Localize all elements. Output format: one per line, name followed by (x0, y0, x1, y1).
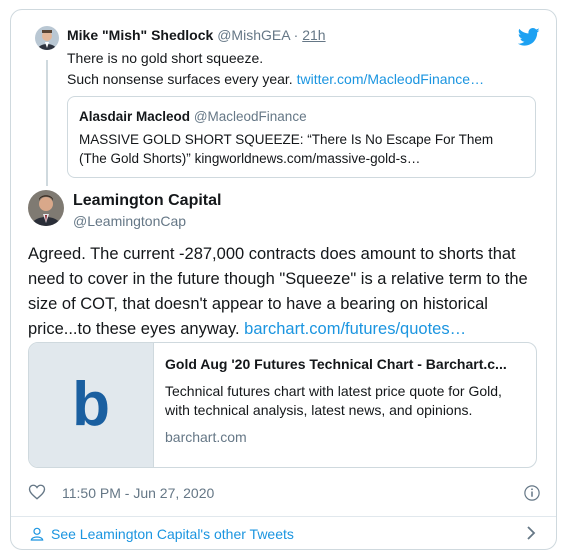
quoted-author-name[interactable]: Alasdair Macleod (79, 109, 190, 124)
see-other-tweets-label: See Leamington Capital's other Tweets (51, 526, 294, 542)
person-icon (29, 526, 45, 542)
barchart-logo-letter: b (72, 375, 110, 435)
main-tweet-link[interactable]: barchart.com/futures/quotes… (244, 320, 466, 338)
reply-text-line2: Such nonsense surfaces every year. twitt… (67, 69, 484, 90)
see-other-tweets-link[interactable]: See Leamington Capital's other Tweets (29, 522, 538, 546)
footer-divider (11, 516, 556, 517)
chevron-right-icon (524, 525, 538, 544)
reply-author-handle[interactable]: @MishGEA (217, 27, 290, 43)
quoted-tweet[interactable]: Alasdair Macleod @MacleodFinance MASSIVE… (67, 96, 536, 178)
quoted-text: MASSIVE GOLD SHORT SQUEEZE: “There Is No… (79, 130, 524, 168)
tweet-footer: 11:50 PM - Jun 27, 2020 (28, 482, 541, 504)
mish-avatar[interactable] (35, 26, 59, 50)
link-preview-description: Technical futures chart with latest pric… (165, 383, 502, 418)
reply-thread-line (46, 60, 48, 186)
barchart-b-icon: b (72, 375, 110, 435)
barchart-logo: b (29, 343, 154, 467)
reply-time[interactable]: 21h (302, 27, 325, 43)
quoted-header: Alasdair Macleod @MacleodFinance (79, 107, 524, 126)
leamington-avatar[interactable] (28, 190, 64, 226)
embedded-tweet-card: Mike "Mish" Shedlock @MishGEA · 21h Ther… (10, 9, 557, 550)
link-preview-title: Gold Aug '20 Futures Technical Chart - B… (165, 356, 507, 372)
reply-text-line1: There is no gold short squeeze. (67, 50, 264, 66)
link-preview-body: Gold Aug '20 Futures Technical Chart - B… (165, 355, 527, 447)
reply-quoted-link[interactable]: twitter.com/MacleodFinance… (297, 71, 485, 87)
link-preview-domain: barchart.com (165, 429, 247, 445)
reply-author-name[interactable]: Mike "Mish" Shedlock (67, 27, 213, 43)
reply-separator: · (293, 27, 299, 43)
heart-icon[interactable] (28, 483, 46, 504)
quoted-author-handle[interactable]: @MacleodFinance (194, 109, 307, 124)
quoted-link[interactable]: kingworldnews.com/massive-gold-s… (195, 151, 421, 166)
main-author-name[interactable]: Leamington Capital (73, 192, 221, 210)
link-preview-card[interactable]: b Gold Aug '20 Futures Technical Chart -… (28, 342, 537, 468)
info-icon[interactable] (523, 484, 541, 505)
reply-text-line2-body: Such nonsense surfaces every year. (67, 71, 293, 87)
twitter-bird-icon[interactable] (517, 26, 540, 48)
main-author-handle[interactable]: @LeamingtonCap (73, 213, 186, 229)
reply-text: There is no gold short squeeze. Such non… (67, 48, 484, 90)
reply-header: Mike "Mish" Shedlock @MishGEA · 21h (67, 27, 326, 43)
main-tweet-text: Agreed. The current -287,000 contracts d… (28, 242, 543, 342)
tweet-timestamp[interactable]: 11:50 PM - Jun 27, 2020 (62, 485, 214, 501)
